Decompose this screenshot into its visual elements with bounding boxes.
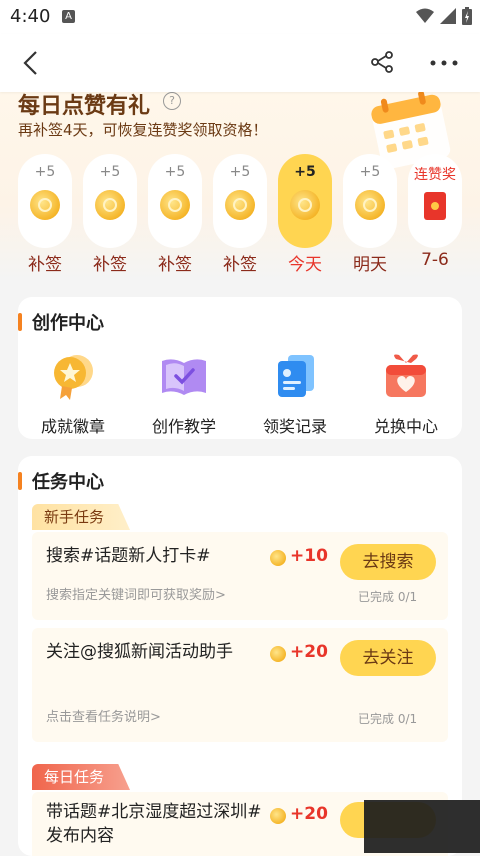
signin-subtitle: 再补签4天，可恢复连赞奖领取资格！ [18, 121, 268, 139]
gesture-overlay [364, 800, 480, 853]
bonus-label: 连赞奖 [414, 167, 456, 183]
day-label: 补签 [93, 255, 127, 275]
task-item-search: 搜索#话题新人打卡# +10 去搜索 搜索指定关键词即可获取奖励> 已完成 0/… [32, 532, 448, 620]
day-label: 明天 [353, 255, 387, 275]
record-icon [278, 355, 314, 397]
red-packet-icon [424, 192, 446, 220]
battery-icon [462, 7, 472, 25]
day-label: 补签 [158, 255, 192, 275]
bonus-date: 7-6 [421, 250, 449, 270]
share-icon[interactable] [370, 50, 394, 74]
task-reward: +10 [290, 546, 328, 566]
day-points: +5 [229, 164, 251, 180]
coin-icon [95, 190, 125, 220]
coin-icon [270, 550, 286, 566]
go-follow-button[interactable]: 去关注 [340, 640, 436, 676]
status-bar: 4:40 A [0, 0, 480, 34]
coin-icon [30, 190, 60, 220]
day-points: +5 [164, 164, 186, 180]
medal-icon [54, 355, 93, 400]
tool-creation-tutorial[interactable]: 创作教学 [129, 351, 239, 437]
task-title: 带话题#北京湿度超过深圳#发布内容 [46, 802, 262, 846]
wifi-icon [416, 8, 434, 23]
tool-achievement-badge[interactable]: 成就徽章 [18, 351, 128, 437]
tool-exchange-center[interactable]: 兑换中心 [351, 351, 461, 437]
task-description[interactable]: 点击查看任务说明> [46, 706, 161, 725]
task-center-card: 任务中心 新手任务 搜索#话题新人打卡# +10 去搜索 搜索指定关键词即可获取… [18, 456, 462, 856]
daily-task-tag: 每日任务 [32, 764, 131, 790]
tool-reward-record[interactable]: 领奖记录 [240, 351, 350, 437]
tool-label: 创作教学 [151, 417, 216, 436]
task-item-follow: 关注@搜狐新闻活动助手 +20 去关注 点击查看任务说明> 已完成 0/1 [32, 628, 448, 742]
notification-icon: A [62, 10, 75, 23]
more-icon[interactable] [430, 60, 458, 66]
go-search-button[interactable]: 去搜索 [340, 544, 436, 580]
signin-title: 每日点赞有礼 [18, 94, 151, 119]
gift-icon [386, 354, 426, 397]
status-time: 4:40 [10, 6, 51, 27]
coin-icon [270, 808, 286, 824]
back-arrow-icon[interactable] [22, 50, 38, 76]
day-label: 补签 [28, 255, 62, 275]
day-points: +5 [294, 164, 316, 180]
creation-center-title: 创作中心 [18, 309, 104, 335]
newbie-task-tag: 新手任务 [32, 504, 131, 530]
signin-days: +5 补签 +5 补签 +5 补签 +5 补签 +5 今天 +5 明天 连赞奖 … [18, 154, 468, 275]
coin-icon [160, 190, 190, 220]
task-center-title: 任务中心 [18, 468, 104, 494]
coin-icon [225, 190, 255, 220]
signin-day-3[interactable]: +5 [148, 154, 202, 248]
signal-icon [440, 8, 456, 24]
signin-day-1[interactable]: +5 [18, 154, 72, 248]
top-nav-bar [0, 34, 480, 92]
creation-center-card: 创作中心 成就徽章 创作教学 领奖记录 兑换中心 [18, 297, 462, 439]
signin-day-2[interactable]: +5 [83, 154, 137, 248]
day-label: 补签 [223, 255, 257, 275]
task-description[interactable]: 搜索指定关键词即可获取奖励> [46, 584, 226, 603]
book-icon [162, 359, 206, 395]
day-points: +5 [99, 164, 121, 180]
tool-label: 兑换中心 [373, 417, 438, 436]
task-progress: 已完成 0/1 [358, 590, 418, 604]
coin-icon [355, 190, 385, 220]
task-reward: +20 [290, 642, 328, 662]
tool-label: 成就徽章 [40, 417, 105, 436]
signin-day-4[interactable]: +5 [213, 154, 267, 248]
day-points: +5 [359, 164, 381, 180]
help-icon[interactable]: ? [163, 92, 181, 110]
task-reward: +20 [290, 804, 328, 824]
signin-card: 每日点赞有礼 ? 再补签4天，可恢复连赞奖领取资格！ +5 补签 +5 补签 +… [0, 92, 480, 280]
coin-icon [290, 190, 320, 220]
signin-day-today[interactable]: +5 [278, 154, 332, 248]
signin-bonus[interactable]: 连赞奖 [408, 154, 462, 248]
task-title: 搜索#话题新人打卡# [46, 546, 211, 566]
coin-icon [270, 646, 286, 662]
day-label-today: 今天 [288, 255, 322, 275]
task-title: 关注@搜狐新闻活动助手 [46, 642, 233, 662]
tool-label: 领奖记录 [262, 417, 327, 436]
day-points: +5 [34, 164, 56, 180]
signin-day-tomorrow[interactable]: +5 [343, 154, 397, 248]
task-progress: 已完成 0/1 [358, 712, 418, 726]
